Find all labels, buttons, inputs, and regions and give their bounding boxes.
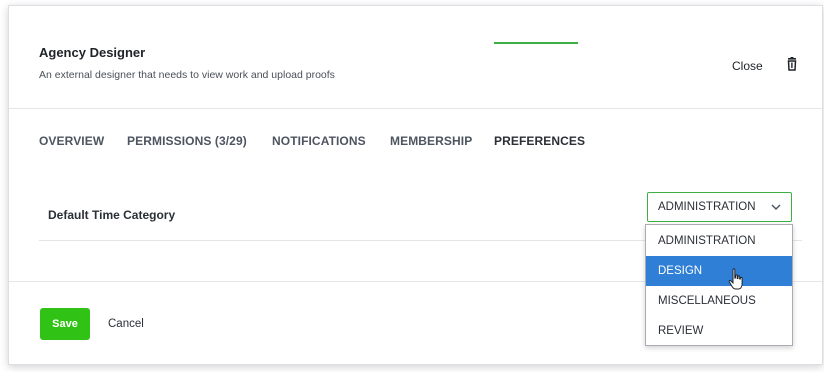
dropdown-option-administration[interactable]: ADMINISTRATION (646, 226, 792, 256)
tab-notifications[interactable]: NOTIFICATIONS (272, 134, 366, 148)
dropdown-option-miscellaneous[interactable]: MISCELLANEOUS (646, 286, 792, 316)
time-category-select[interactable]: ADMINISTRATION (647, 192, 792, 222)
tab-overview[interactable]: OVERVIEW (39, 134, 104, 148)
time-category-dropdown: ADMINISTRATION DESIGN MISCELLANEOUS REVI… (645, 224, 793, 346)
active-tab-indicator (494, 42, 578, 44)
close-button[interactable]: Close (732, 59, 763, 73)
dropdown-option-design[interactable]: DESIGN (646, 256, 792, 286)
panel-header: Agency Designer An external designer tha… (9, 6, 822, 109)
save-button[interactable]: Save (40, 308, 90, 340)
chevron-down-icon (771, 204, 781, 210)
trash-icon[interactable] (785, 57, 799, 71)
default-time-category-label: Default Time Category (48, 208, 176, 222)
role-description: An external designer that needs to view … (39, 69, 335, 81)
time-category-selected-value: ADMINISTRATION (658, 201, 756, 213)
hand-pointer-cursor-icon (728, 268, 743, 290)
tab-permissions[interactable]: PERMISSIONS (3/29) (127, 134, 247, 148)
cancel-button[interactable]: Cancel (108, 318, 144, 330)
tab-preferences[interactable]: PREFERENCES (494, 134, 585, 148)
role-title: Agency Designer (39, 45, 146, 60)
tab-membership[interactable]: MEMBERSHIP (390, 134, 472, 148)
dropdown-option-review[interactable]: REVIEW (646, 316, 792, 346)
